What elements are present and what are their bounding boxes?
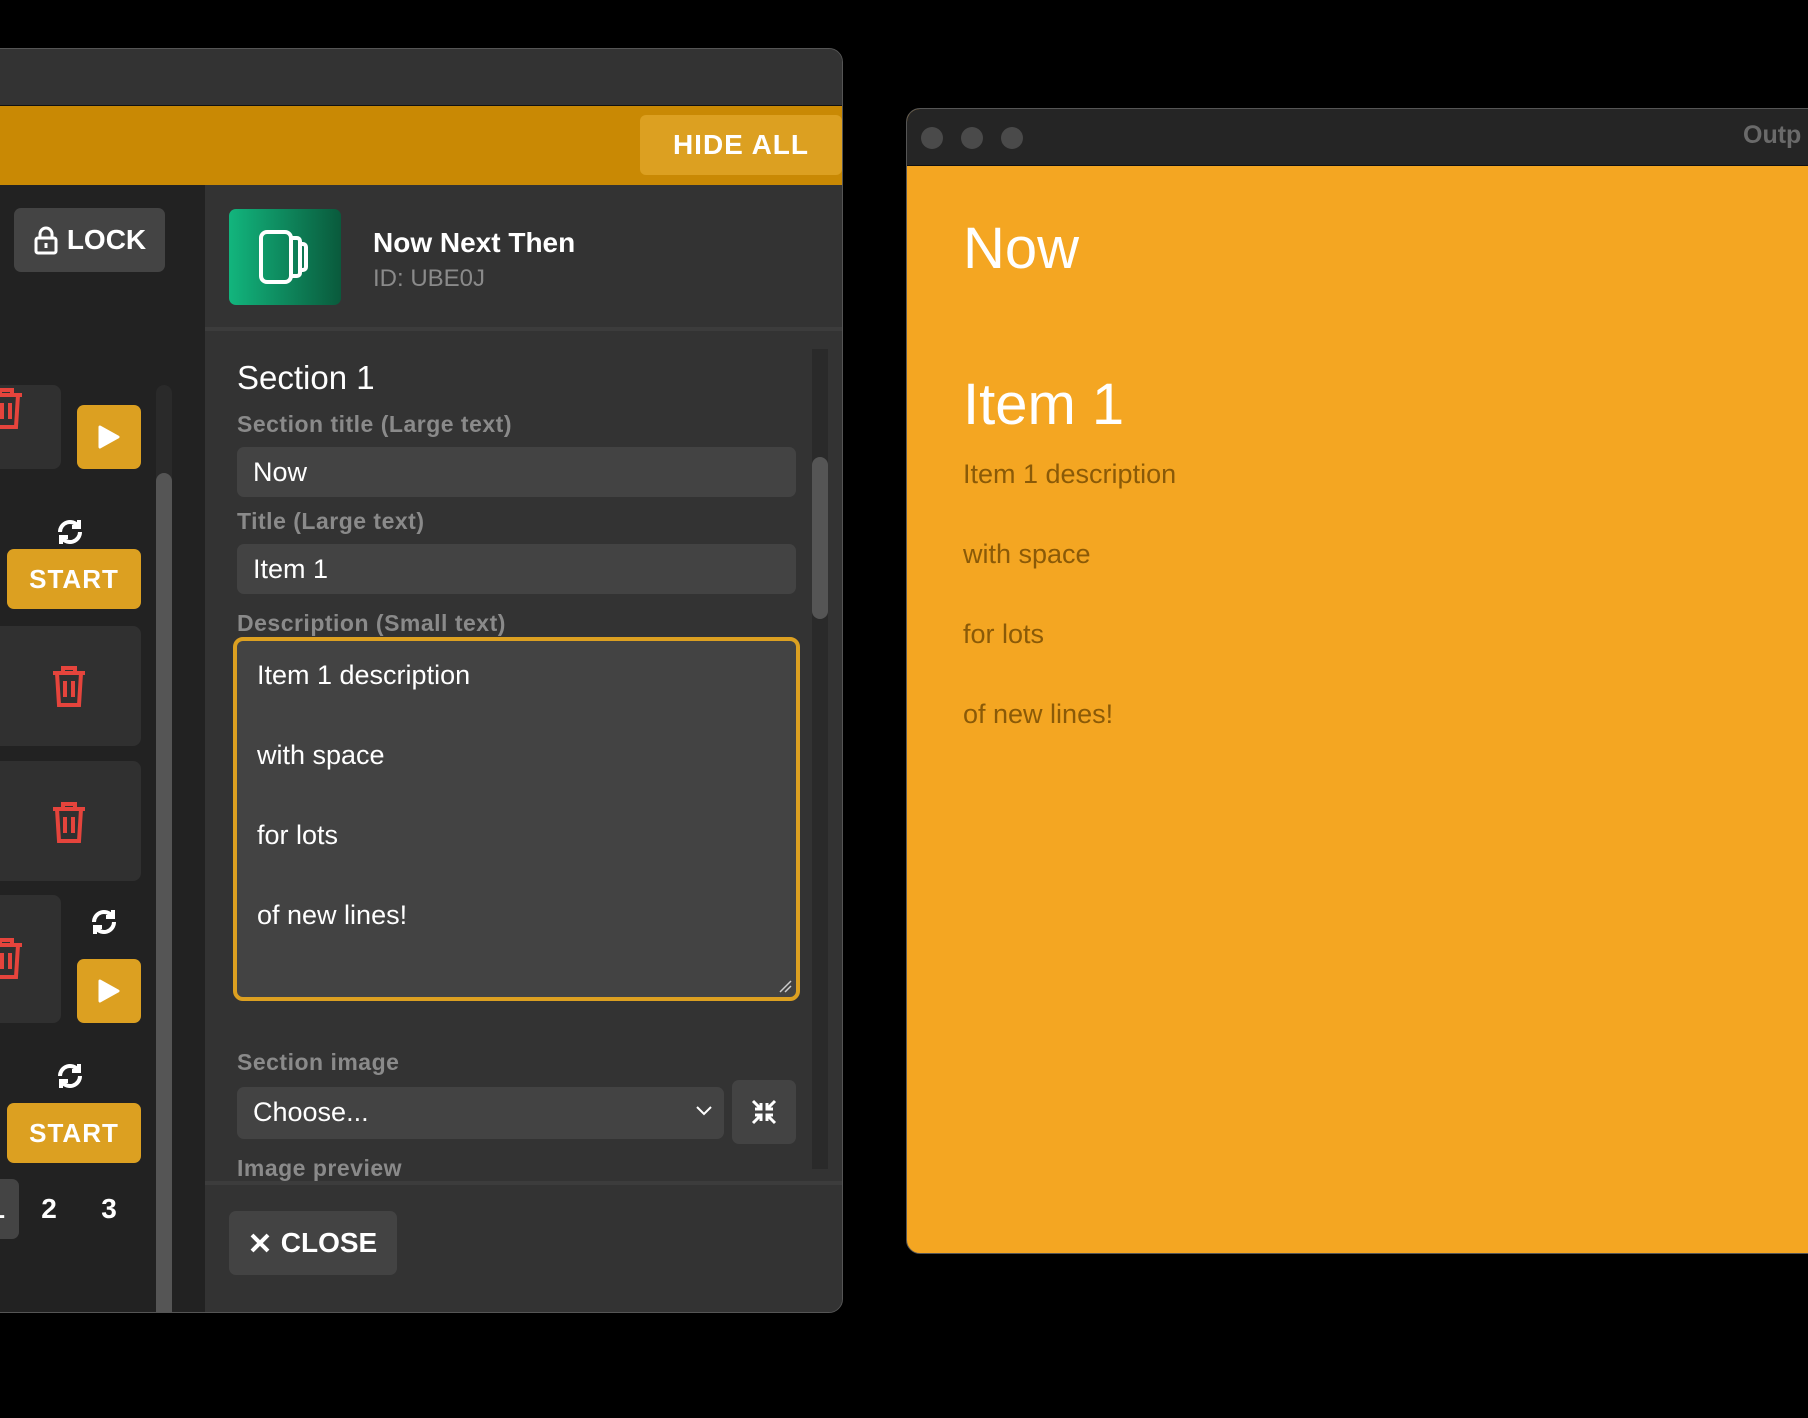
page-3-button[interactable]: 3 (79, 1179, 139, 1239)
output-description-line: of new lines! (963, 699, 1114, 729)
description-textarea[interactable]: Item 1 description with space for lots o… (233, 637, 800, 1001)
collapse-button[interactable] (732, 1080, 796, 1144)
description-label: Description (Small text) (237, 610, 506, 636)
start-button[interactable]: START (7, 1103, 141, 1163)
output-window: Outp Now Item 1 Item 1 description with … (906, 108, 1808, 1254)
play-button[interactable] (77, 405, 141, 469)
section-image-value: Choose... (253, 1097, 369, 1127)
section-image-select[interactable]: Choose... (237, 1087, 724, 1139)
form-scrollbar-thumb[interactable] (812, 457, 828, 619)
close-label: CLOSE (280, 1227, 378, 1258)
play-icon (98, 425, 120, 449)
output-description-line: with space (963, 539, 1091, 569)
settings-form: Section 1 Section title (Large text) Now… (205, 335, 842, 1181)
section-title-label: Section title (Large text) (237, 411, 512, 437)
image-preview-label: Image preview (237, 1155, 403, 1181)
sidebar-scrollbar-thumb[interactable] (156, 473, 172, 1312)
app-id: ID: UBE0J (373, 265, 486, 292)
close-icon (250, 1233, 270, 1253)
trash-icon[interactable] (49, 801, 89, 845)
title-label: Title (Large text) (237, 508, 425, 534)
sync-icon[interactable] (53, 515, 87, 549)
editor-title-bar[interactable] (0, 49, 842, 106)
description-line: with space (257, 740, 385, 770)
panel-header: Now Next Then ID: UBE0J (205, 185, 842, 331)
output-item-title: Item 1 (963, 372, 1125, 437)
top-bar: HIDE ALL (0, 106, 842, 185)
output-title-bar[interactable]: Outp (907, 109, 1808, 166)
title-input[interactable]: Item 1 (237, 544, 796, 594)
resize-handle-icon[interactable] (778, 979, 792, 993)
trash-icon[interactable] (49, 665, 89, 709)
collapse-icon (751, 1099, 777, 1125)
sync-icon[interactable] (53, 1059, 87, 1093)
play-button[interactable] (77, 959, 141, 1023)
section-image-label: Section image (237, 1049, 400, 1075)
section-heading: Section 1 (237, 359, 375, 396)
hide-all-button[interactable]: HIDE ALL (640, 115, 842, 175)
play-icon (98, 979, 120, 1003)
output-description-line: for lots (963, 619, 1045, 649)
pagination: 1 2 3 (0, 1179, 139, 1239)
window-close-dot[interactable] (921, 127, 943, 149)
panel-footer: CLOSE (205, 1181, 842, 1312)
window-minimize-dot[interactable] (961, 127, 983, 149)
sync-icon[interactable] (87, 905, 121, 939)
start-button[interactable]: START (7, 549, 141, 609)
close-button[interactable]: CLOSE (229, 1211, 397, 1275)
description-line: of new lines! (257, 900, 408, 930)
lock-icon (34, 226, 58, 255)
description-line: for lots (257, 820, 339, 850)
output-window-title: Outp (1743, 121, 1802, 149)
description-line: Item 1 description (257, 660, 471, 690)
sidebar: LOCK START START 1 2 3 (0, 185, 205, 1312)
page-1-button[interactable]: 1 (0, 1179, 19, 1239)
output-description-line: Item 1 description (963, 459, 1177, 489)
cards-icon (229, 209, 341, 305)
editor-window: HIDE ALL LOCK START START 2 3 Now Next T… (0, 48, 843, 1313)
section-title-input[interactable]: Now (237, 447, 796, 497)
app-name: Now Next Then (373, 227, 576, 258)
page-2-button[interactable]: 2 (19, 1179, 79, 1239)
trash-icon[interactable] (0, 937, 26, 981)
lock-button[interactable]: LOCK (14, 208, 165, 272)
trash-icon[interactable] (0, 387, 26, 431)
chevron-down-icon (696, 1106, 712, 1116)
window-zoom-dot[interactable] (1001, 127, 1023, 149)
output-section-title: Now (963, 216, 1080, 281)
settings-panel: Now Next Then ID: UBE0J Section 1 Sectio… (205, 185, 842, 1312)
lock-label: LOCK (66, 224, 147, 255)
